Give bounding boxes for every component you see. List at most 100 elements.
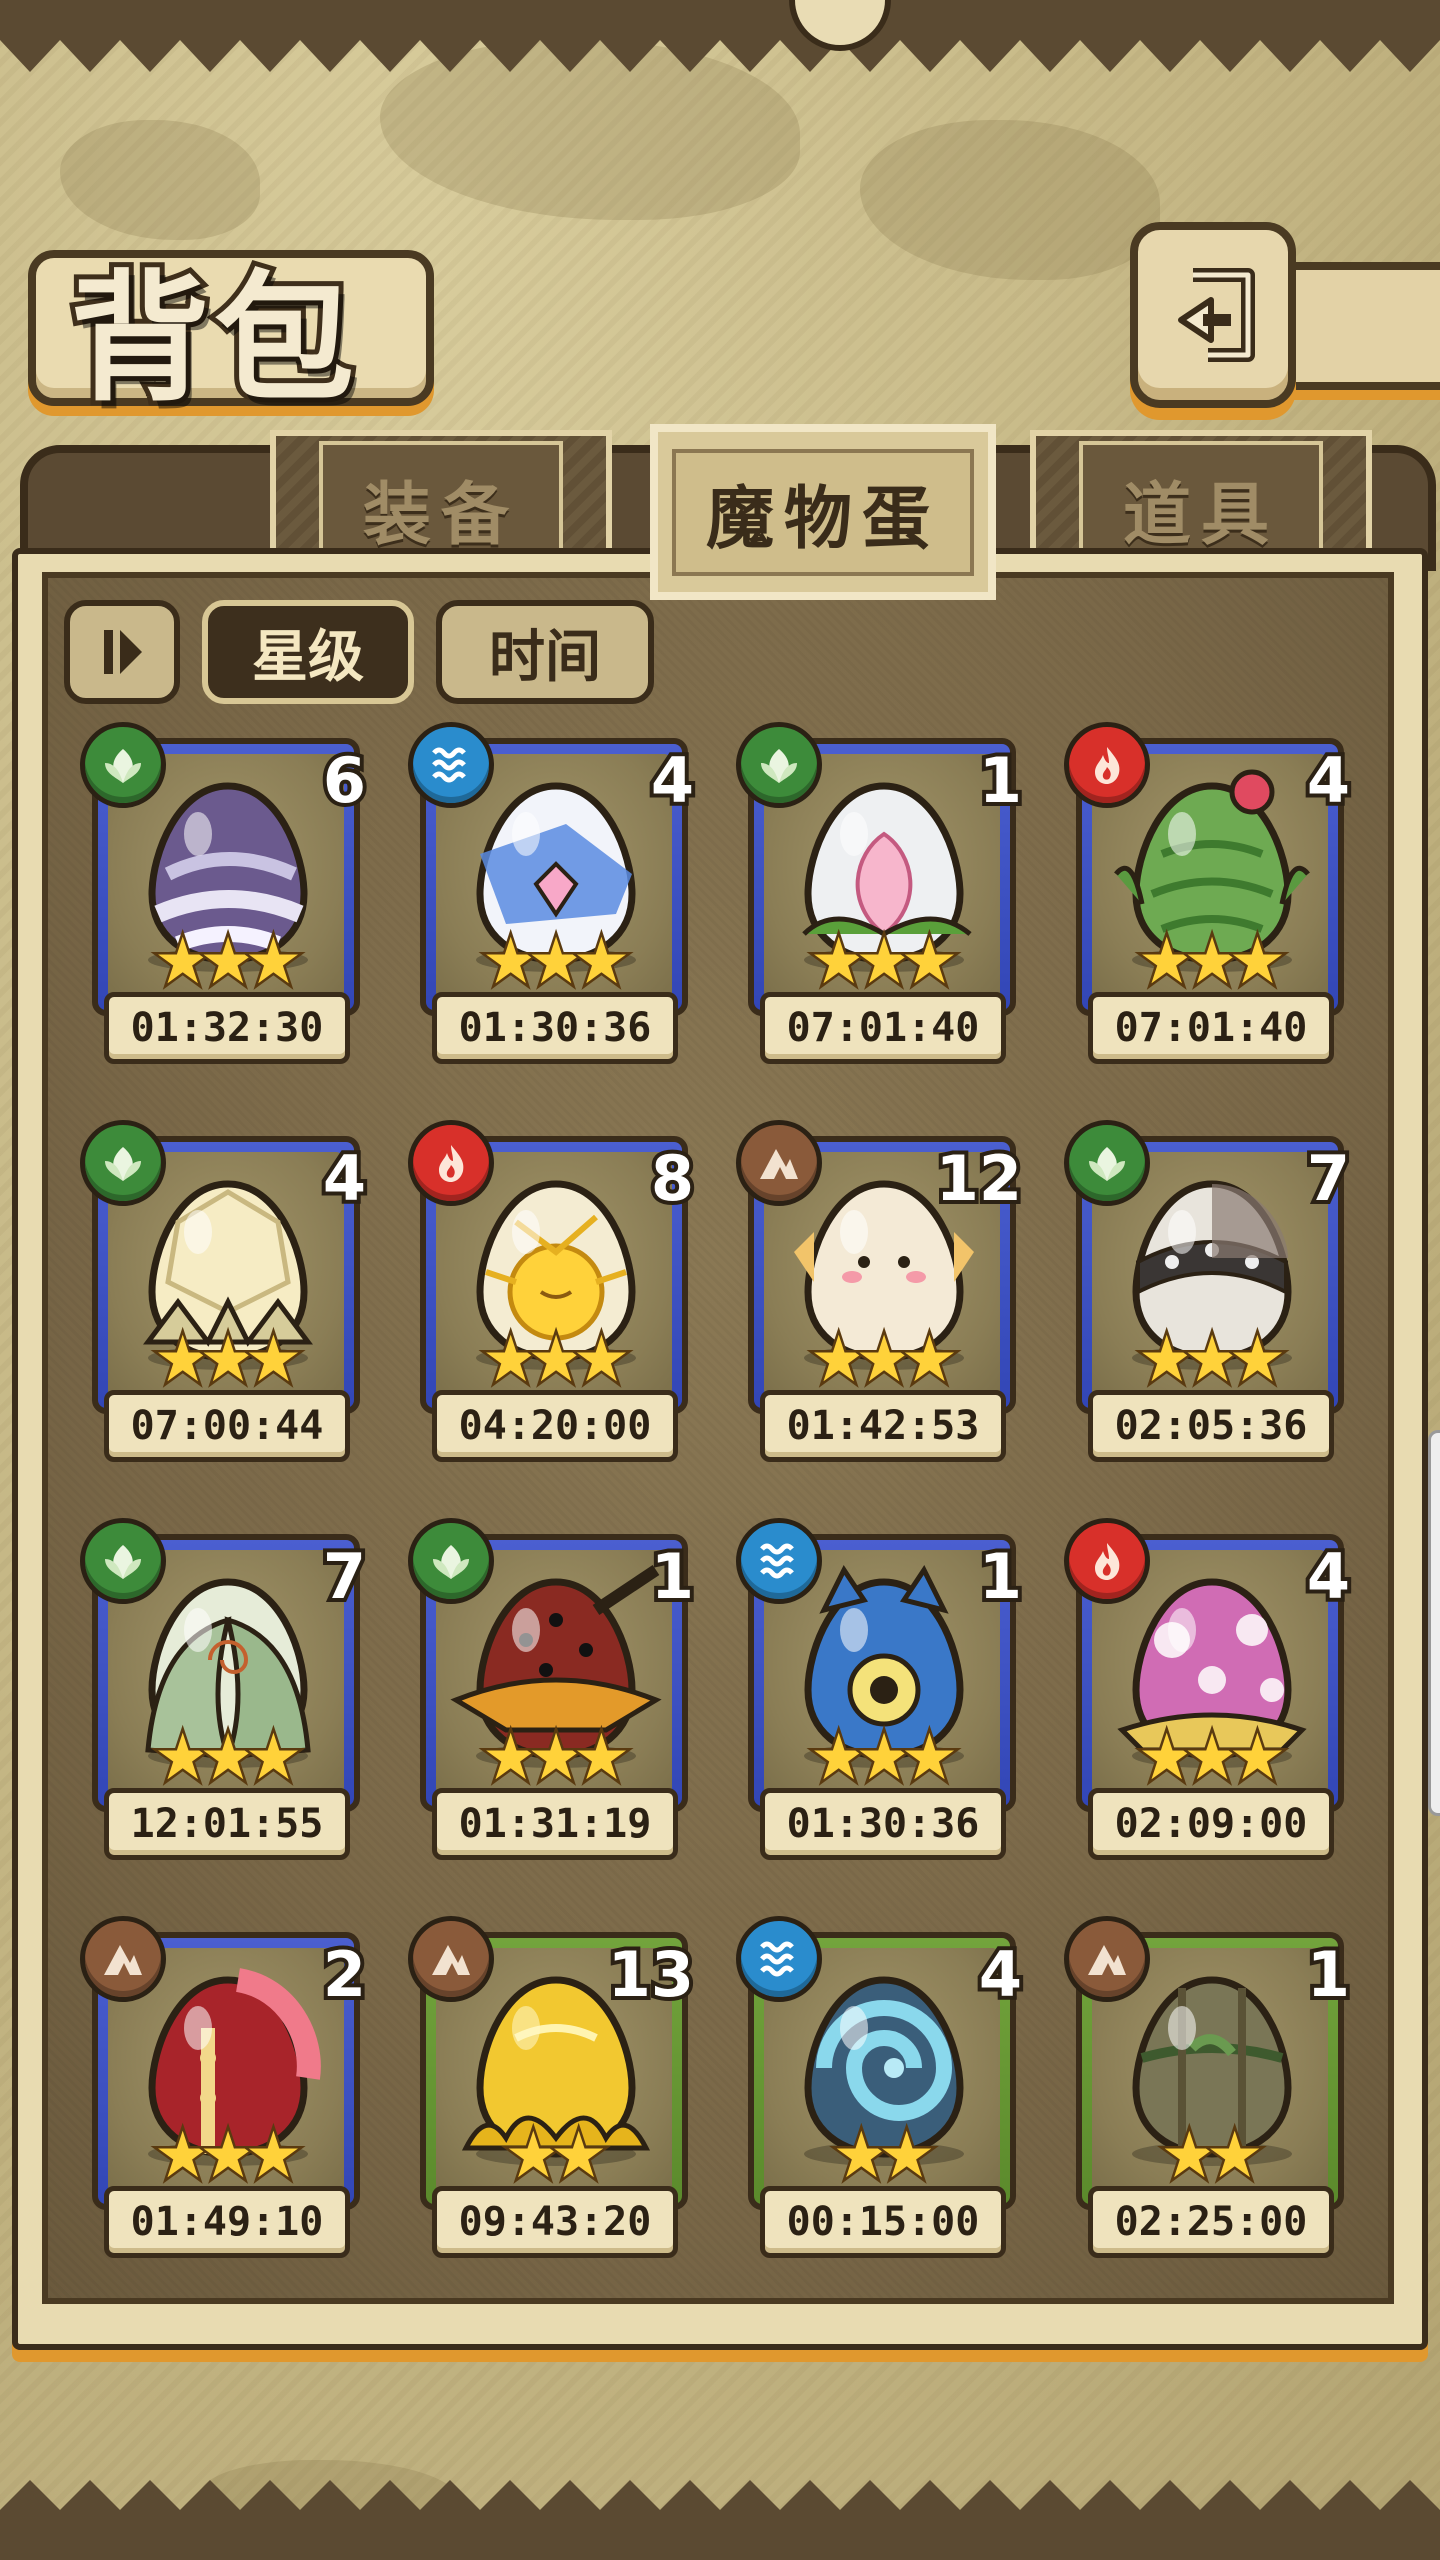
star-icon: ★ xyxy=(807,1323,870,1397)
hatch-timer: 04:20:00 xyxy=(432,1390,678,1462)
hatch-timer: 01:30:36 xyxy=(432,992,678,1064)
star-icon: ★ xyxy=(1158,2119,1221,2193)
grass-icon xyxy=(736,722,822,808)
star-icon: ★ xyxy=(479,925,542,999)
egg-slot[interactable]: 4 ★★ 00:15:00 xyxy=(736,1916,1030,2258)
star-icon: ★ xyxy=(1135,1323,1198,1397)
hatch-timer: 07:00:44 xyxy=(104,1390,350,1462)
star-icon: ★ xyxy=(151,1323,214,1397)
star-icon: ★ xyxy=(197,1721,260,1795)
star-icon: ★ xyxy=(525,1721,588,1795)
fire-icon xyxy=(1064,1518,1150,1604)
star-icon: ★ xyxy=(830,2119,893,2193)
star-icon: ★ xyxy=(853,1721,916,1795)
egg-count: 12 xyxy=(932,1138,1026,1219)
egg-count: 13 xyxy=(604,1934,698,2015)
grass-icon xyxy=(80,1518,166,1604)
back-button[interactable] xyxy=(1130,222,1296,408)
star-icon: ★ xyxy=(197,1323,260,1397)
hatch-timer: 12:01:55 xyxy=(104,1788,350,1860)
star-icon: ★ xyxy=(853,1323,916,1397)
egg-slot[interactable]: 2 ★★★ 01:49:10 xyxy=(80,1916,374,2258)
egg-grid: 6 ★★★ 01:32:30 4 ★★★ 01:30:36 1 ★★★ 07:0… xyxy=(80,722,1364,2258)
star-icon: ★ xyxy=(197,2119,260,2193)
star-icon: ★ xyxy=(479,1721,542,1795)
egg-slot[interactable]: 12 ★★★ 01:42:53 xyxy=(736,1120,1030,1462)
star-rating: ★★★ xyxy=(412,1326,688,1395)
star-rating: ★★★ xyxy=(412,928,688,997)
star-icon: ★ xyxy=(1135,925,1198,999)
star-icon: ★ xyxy=(1226,925,1289,999)
water-icon xyxy=(736,1518,822,1604)
egg-slot[interactable]: 1 ★★ 02:25:00 xyxy=(1064,1916,1358,2258)
star-icon: ★ xyxy=(197,925,260,999)
star-icon: ★ xyxy=(898,1721,961,1795)
scrollbar[interactable] xyxy=(1428,1430,1440,1816)
star-icon: ★ xyxy=(1181,925,1244,999)
hatch-timer: 07:01:40 xyxy=(1088,992,1334,1064)
hatch-timer: 02:25:00 xyxy=(1088,2186,1334,2258)
star-icon: ★ xyxy=(807,1721,870,1795)
star-rating: ★★★ xyxy=(740,1326,1016,1395)
egg-slot[interactable]: 7 ★★★ 12:01:55 xyxy=(80,1518,374,1860)
tab-monster-eggs[interactable]: 魔物蛋 xyxy=(650,424,996,600)
star-rating: ★★★ xyxy=(84,1326,360,1395)
star-icon: ★ xyxy=(242,1323,305,1397)
egg-count: 1 xyxy=(975,1536,1026,1617)
star-rating: ★★★ xyxy=(84,2122,360,2191)
egg-slot[interactable]: 4 ★★★ 01:30:36 xyxy=(408,722,702,1064)
sort-order-icon xyxy=(104,630,142,674)
star-icon: ★ xyxy=(151,1721,214,1795)
earth-icon xyxy=(1064,1916,1150,2002)
star-icon: ★ xyxy=(242,1721,305,1795)
star-rating: ★★★ xyxy=(84,1724,360,1793)
star-icon: ★ xyxy=(242,925,305,999)
egg-count: 7 xyxy=(1303,1138,1354,1219)
egg-slot[interactable]: 4 ★★★ 07:01:40 xyxy=(1064,722,1358,1064)
earth-icon xyxy=(736,1120,822,1206)
egg-slot[interactable]: 1 ★★★ 07:01:40 xyxy=(736,722,1030,1064)
star-icon: ★ xyxy=(547,2119,610,2193)
star-icon: ★ xyxy=(1181,1721,1244,1795)
egg-slot[interactable]: 8 ★★★ 04:20:00 xyxy=(408,1120,702,1462)
egg-count: 1 xyxy=(975,740,1026,821)
egg-count: 4 xyxy=(647,740,698,821)
hatch-timer: 01:32:30 xyxy=(104,992,350,1064)
star-rating: ★★★ xyxy=(740,928,1016,997)
egg-slot[interactable]: 13 ★★ 09:43:20 xyxy=(408,1916,702,2258)
water-icon xyxy=(736,1916,822,2002)
star-icon: ★ xyxy=(242,2119,305,2193)
hatch-timer: 02:09:00 xyxy=(1088,1788,1334,1860)
sort-by-time-button[interactable]: 时间 xyxy=(436,600,654,704)
hatch-timer: 01:31:19 xyxy=(432,1788,678,1860)
torn-edge-bottom xyxy=(0,2480,1440,2560)
sort-by-stars-label: 星级 xyxy=(252,624,364,690)
back-arrow-icon xyxy=(1178,268,1255,362)
egg-slot[interactable]: 4 ★★★ 02:09:00 xyxy=(1064,1518,1358,1860)
egg-slot[interactable]: 1 ★★★ 01:31:19 xyxy=(408,1518,702,1860)
egg-count: 1 xyxy=(647,1536,698,1617)
egg-slot[interactable]: 6 ★★★ 01:32:30 xyxy=(80,722,374,1064)
grass-icon xyxy=(80,1120,166,1206)
star-icon: ★ xyxy=(570,1323,633,1397)
star-rating: ★★★ xyxy=(412,1724,688,1793)
hatch-timer: 09:43:20 xyxy=(432,2186,678,2258)
egg-slot[interactable]: 4 ★★★ 07:00:44 xyxy=(80,1120,374,1462)
map-landmass xyxy=(860,120,1160,280)
star-icon: ★ xyxy=(875,2119,938,2193)
fire-icon xyxy=(1064,722,1150,808)
star-rating: ★★★ xyxy=(84,928,360,997)
star-rating: ★★★ xyxy=(1068,1326,1344,1395)
star-rating: ★★ xyxy=(1068,2122,1344,2191)
star-icon: ★ xyxy=(1226,1721,1289,1795)
egg-slot[interactable]: 1 ★★★ 01:30:36 xyxy=(736,1518,1030,1860)
star-icon: ★ xyxy=(1135,1721,1198,1795)
star-icon: ★ xyxy=(151,925,214,999)
sort-order-toggle[interactable] xyxy=(64,600,180,704)
egg-count: 6 xyxy=(319,740,370,821)
sort-by-stars-button[interactable]: 星级 xyxy=(202,600,414,704)
earth-icon xyxy=(80,1916,166,2002)
egg-count: 4 xyxy=(319,1138,370,1219)
egg-slot[interactable]: 7 ★★★ 02:05:36 xyxy=(1064,1120,1358,1462)
grass-icon xyxy=(1064,1120,1150,1206)
